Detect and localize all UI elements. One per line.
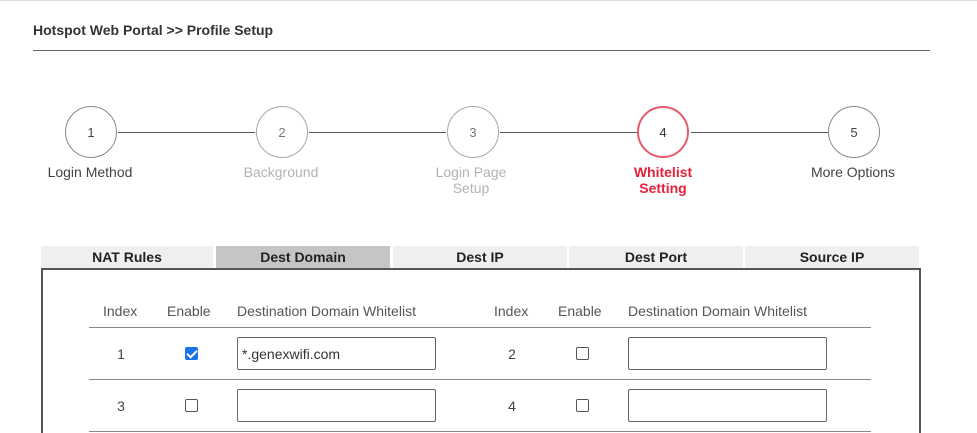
breadcrumb: Hotspot Web Portal >> Profile Setup xyxy=(33,22,274,38)
header-whitelist: Destination Domain Whitelist xyxy=(237,303,416,319)
step-connector xyxy=(500,132,637,133)
tab-nat-rules[interactable]: NAT Rules xyxy=(41,246,213,268)
tab-dest-port[interactable]: Dest Port xyxy=(569,246,743,268)
domain-whitelist-input[interactable] xyxy=(237,337,436,370)
step-5-label[interactable]: More Options xyxy=(788,164,918,180)
step-4-label[interactable]: Whitelist Setting xyxy=(598,164,728,196)
domain-whitelist-input[interactable] xyxy=(237,389,436,422)
step-connector xyxy=(309,132,446,133)
header-index: Index xyxy=(103,303,138,319)
tab-dest-domain[interactable]: Dest Domain xyxy=(216,246,390,268)
domain-whitelist-input[interactable] xyxy=(628,389,827,422)
enable-checkbox[interactable] xyxy=(576,399,589,412)
enable-checkbox[interactable] xyxy=(185,399,198,412)
breadcrumb-divider xyxy=(33,50,930,51)
step-number: 1 xyxy=(87,124,95,140)
header-index: Index xyxy=(494,303,529,319)
top-border xyxy=(0,0,977,1)
header-enable: Enable xyxy=(558,303,602,319)
table-divider xyxy=(89,327,871,328)
step-2-label[interactable]: Background xyxy=(216,164,346,180)
row-index: 4 xyxy=(508,398,516,414)
header-whitelist: Destination Domain Whitelist xyxy=(628,303,807,319)
header-enable: Enable xyxy=(167,303,211,319)
enable-checkbox[interactable] xyxy=(185,347,198,360)
step-4-circle[interactable]: 4 xyxy=(637,106,689,158)
step-1-circle[interactable]: 1 xyxy=(65,106,117,158)
profile-setup-page: Hotspot Web Portal >> Profile Setup 1 2 … xyxy=(0,0,977,433)
step-connector xyxy=(118,132,255,133)
step-1-label[interactable]: Login Method xyxy=(25,164,155,180)
whitelist-tabs: NAT Rules Dest Domain Dest IP Dest Port … xyxy=(41,246,919,268)
step-3-circle[interactable]: 3 xyxy=(447,106,499,158)
enable-checkbox[interactable] xyxy=(576,347,589,360)
step-connector xyxy=(691,132,828,133)
row-index: 2 xyxy=(508,346,516,362)
table-divider xyxy=(89,431,871,432)
tab-dest-ip[interactable]: Dest IP xyxy=(393,246,567,268)
step-2-circle[interactable]: 2 xyxy=(256,106,308,158)
step-5-circle[interactable]: 5 xyxy=(828,106,880,158)
table-divider xyxy=(89,379,871,380)
step-number: 5 xyxy=(850,124,858,140)
domain-whitelist-input[interactable] xyxy=(628,337,827,370)
row-index: 3 xyxy=(117,398,125,414)
tab-source-ip[interactable]: Source IP xyxy=(745,246,919,268)
step-number: 2 xyxy=(278,124,286,140)
step-number: 3 xyxy=(469,124,477,140)
step-3-label[interactable]: Login Page Setup xyxy=(406,164,536,196)
row-index: 1 xyxy=(117,346,125,362)
step-number: 4 xyxy=(659,124,667,140)
